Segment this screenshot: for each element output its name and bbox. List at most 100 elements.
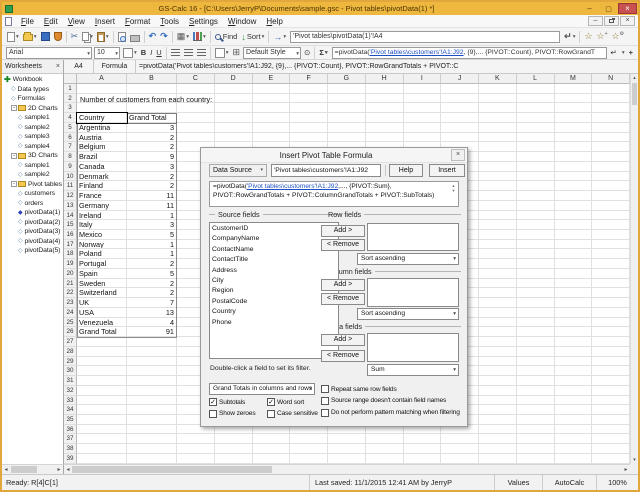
- grid-cell-a33[interactable]: [77, 396, 127, 406]
- column-header-c[interactable]: C: [177, 74, 215, 84]
- row-fields-add-button[interactable]: Add >: [321, 225, 365, 237]
- source-fields-list[interactable]: CustomerIDCompanyNameContactNameContactT…: [209, 222, 339, 359]
- grid-cell-m37[interactable]: [555, 434, 593, 444]
- grid-cell-k38[interactable]: [479, 444, 517, 454]
- grid-cell-k7[interactable]: [479, 142, 517, 152]
- column-fields-list[interactable]: [367, 278, 459, 307]
- grid-cell-e2[interactable]: [253, 94, 291, 104]
- grid-cell-a9[interactable]: Canada: [77, 162, 127, 172]
- grid-cell-c3[interactable]: [177, 103, 215, 113]
- row-header-6[interactable]: 6: [64, 133, 77, 143]
- show-zeroes-checkbox[interactable]: Show zeroes: [209, 410, 267, 418]
- bold-button[interactable]: B: [139, 47, 148, 59]
- grid-cell-n35[interactable]: [592, 415, 630, 425]
- grid-cell-h4[interactable]: [366, 113, 404, 123]
- grid-cell-m6[interactable]: [555, 133, 593, 143]
- grid-cell-n32[interactable]: [592, 386, 630, 396]
- grid-cell-a37[interactable]: [77, 434, 127, 444]
- grid-cell-b1[interactable]: [127, 84, 177, 94]
- grid-cell-k4[interactable]: [479, 113, 517, 123]
- grid-cell-h6[interactable]: [366, 133, 404, 143]
- tree-item-pivot-tables[interactable]: -Pivot tables: [2, 180, 63, 190]
- grid-cell-b29[interactable]: [127, 357, 177, 367]
- grid-cell-a2[interactable]: [77, 94, 127, 104]
- word-sort-checkbox[interactable]: ✓Word sort: [267, 398, 321, 406]
- grid-cell-k14[interactable]: [479, 211, 517, 221]
- grid-cell-n14[interactable]: [592, 211, 630, 221]
- grid-cell-m27[interactable]: [555, 337, 593, 347]
- row-header-35[interactable]: 35: [64, 415, 77, 425]
- collapse-icon[interactable]: -: [11, 181, 17, 187]
- grid-cell-a12[interactable]: France: [77, 191, 127, 201]
- grid-cell-a15[interactable]: Italy: [77, 220, 127, 230]
- row-header-32[interactable]: 32: [64, 386, 77, 396]
- row-header-10[interactable]: 10: [64, 172, 77, 182]
- grid-cell-m11[interactable]: [555, 181, 593, 191]
- column-header-j[interactable]: J: [441, 74, 479, 84]
- grid-cell-m5[interactable]: [555, 123, 593, 133]
- data-aggregate-select[interactable]: Sum: [367, 364, 459, 376]
- grid-cell-a38[interactable]: [77, 444, 127, 454]
- grid-cell-m33[interactable]: [555, 396, 593, 406]
- grid-cell-b27[interactable]: [127, 337, 177, 347]
- grid-cell-l33[interactable]: [517, 396, 555, 406]
- tree-item-sample3[interactable]: ◇sample3: [2, 132, 63, 142]
- column-header-b[interactable]: B: [127, 74, 177, 84]
- grid-cell-h38[interactable]: [366, 444, 404, 454]
- grid-cell-d6[interactable]: [215, 133, 253, 143]
- menu-file[interactable]: File: [16, 17, 39, 26]
- grid-cell-i1[interactable]: [404, 84, 442, 94]
- grid-cell-j4[interactable]: [441, 113, 479, 123]
- align-center-button[interactable]: [182, 47, 195, 59]
- grid-cell-a8[interactable]: Brazil: [77, 152, 127, 162]
- status-values-mode[interactable]: Values: [494, 475, 542, 490]
- row-header-13[interactable]: 13: [64, 201, 77, 211]
- grid-cell-d1[interactable]: [215, 84, 253, 94]
- autosum-button[interactable]: Σ▾: [317, 47, 329, 59]
- grid-cell-e39[interactable]: [253, 454, 291, 464]
- grid-cell-k35[interactable]: [479, 415, 517, 425]
- grid-cell-j2[interactable]: [441, 94, 479, 104]
- cell-border-button[interactable]: ▾: [213, 47, 231, 59]
- grid-cell-a6[interactable]: Austria: [77, 133, 127, 143]
- row-header-19[interactable]: 19: [64, 259, 77, 269]
- grid-cell-n22[interactable]: [592, 288, 630, 298]
- active-cell-formula[interactable]: =pivotData('Pivot tables\customers'!A1:J…: [136, 63, 638, 70]
- copy-button[interactable]: ▾: [80, 29, 95, 44]
- row-header-33[interactable]: 33: [64, 396, 77, 406]
- scroll-left-icon[interactable]: ◂: [2, 466, 10, 473]
- font-size-select[interactable]: 10: [94, 47, 120, 59]
- grid-cell-f38[interactable]: [290, 444, 328, 454]
- column-header-d[interactable]: D: [215, 74, 253, 84]
- row-header-2[interactable]: 2: [64, 94, 77, 104]
- grid-cell-c2[interactable]: [177, 94, 215, 104]
- grid-cell-l14[interactable]: [517, 211, 555, 221]
- column-header-i[interactable]: I: [404, 74, 442, 84]
- dialog-title-bar[interactable]: Insert Pivot Table Formula ×: [201, 148, 467, 163]
- tree-item-data-types[interactable]: ◇Data types: [2, 85, 63, 95]
- grid-cell-n39[interactable]: [592, 454, 630, 464]
- grid-cell-n18[interactable]: [592, 249, 630, 259]
- grid-cell-i39[interactable]: [404, 454, 442, 464]
- source-field-phone[interactable]: Phone: [212, 318, 336, 328]
- grid-cell-n4[interactable]: [592, 113, 630, 123]
- grid-cell-a1[interactable]: [77, 84, 127, 94]
- grid-cell-n7[interactable]: [592, 142, 630, 152]
- grid-cell-b30[interactable]: [127, 366, 177, 376]
- row-header-31[interactable]: 31: [64, 376, 77, 386]
- row-header-15[interactable]: 15: [64, 220, 77, 230]
- grid-cell-l4[interactable]: [517, 113, 555, 123]
- scrollbar-thumb[interactable]: [11, 466, 37, 473]
- grid-cell-a26[interactable]: Grand Total: [77, 327, 127, 337]
- grid-cell-a14[interactable]: Ireland: [77, 211, 127, 221]
- grid-cell-a23[interactable]: UK: [77, 298, 127, 308]
- grid-cell-l9[interactable]: [517, 162, 555, 172]
- grid-cell-h39[interactable]: [366, 454, 404, 464]
- grid-cell-g2[interactable]: [328, 94, 366, 104]
- grid-cell-a25[interactable]: Venezuela: [77, 318, 127, 328]
- grid-cell-b24[interactable]: 13: [127, 308, 177, 318]
- grid-cell-b15[interactable]: 3: [127, 220, 177, 230]
- help-button[interactable]: Help: [389, 164, 423, 177]
- grid-cell-n31[interactable]: [592, 376, 630, 386]
- grid-cell-a27[interactable]: [77, 337, 127, 347]
